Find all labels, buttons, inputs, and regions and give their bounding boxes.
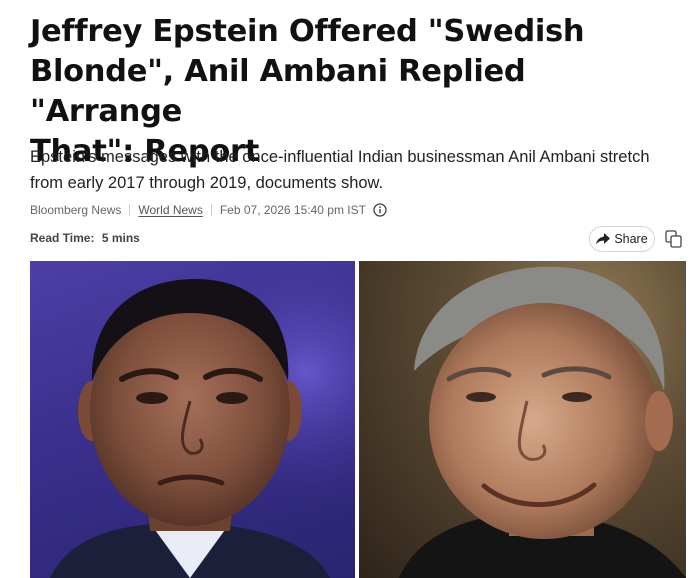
meta-divider: [210, 204, 212, 216]
info-icon[interactable]: [373, 203, 387, 217]
photo-left: [30, 261, 355, 578]
headline-line-2: Blonde", Anil Ambani Replied "Arrange: [30, 54, 526, 129]
source-label: Bloomberg News: [30, 203, 122, 217]
portrait-left-illustration: [30, 261, 355, 578]
article: Jeffrey Epstein Offered "Swedish Blonde"…: [0, 0, 700, 578]
subheadline: Epstein's messages with the once-influen…: [30, 144, 680, 196]
headline-line-1: Jeffrey Epstein Offered "Swedish: [30, 14, 585, 49]
subhead-line-2: from early 2017 through 2019, documents …: [30, 174, 384, 192]
share-label: Share: [614, 232, 648, 246]
share-button[interactable]: Share: [589, 226, 655, 252]
read-time-label: Read Time:: [30, 231, 95, 245]
photo-right: [359, 261, 686, 578]
copy-icon: [665, 230, 682, 248]
subhead-line-1: Epstein's messages with the once-influen…: [30, 148, 650, 166]
copy-link-button[interactable]: [664, 229, 684, 249]
portrait-right-illustration: [359, 261, 686, 578]
timestamp: Feb 07, 2026 15:40 pm IST: [219, 203, 366, 217]
read-time-value: 5 mins: [101, 231, 140, 245]
share-arrow-icon: [596, 233, 611, 245]
article-meta: Bloomberg News World News Feb 07, 2026 1…: [30, 202, 387, 218]
meta-divider: [129, 204, 131, 216]
read-time: Read Time: 5 mins: [30, 231, 140, 245]
category-link[interactable]: World News: [138, 203, 202, 217]
